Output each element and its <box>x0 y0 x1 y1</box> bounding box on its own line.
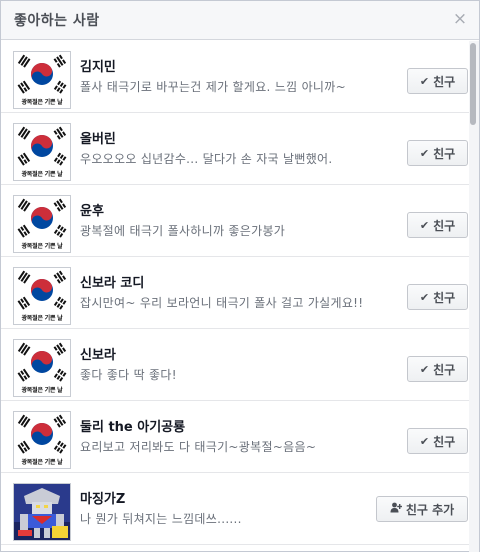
dialog-title: 좋아하는 사람 <box>14 13 100 29</box>
person-comment: 광복절에 태극기 폴사하니까 좋은가봉가 <box>80 224 286 238</box>
flag-caption: 광복절은 기쁜 날 <box>21 387 63 394</box>
person-comment: 잡시만여~ 우리 보라언니 태극기 폴사 걸고 가실게요!! <box>80 296 364 310</box>
person-comment: 좋다 좋다 딱 좋다! <box>80 368 177 382</box>
person-name[interactable]: 김지민 <box>80 56 116 75</box>
person-name[interactable]: 올버린 <box>80 128 116 147</box>
close-icon[interactable]: × <box>451 9 469 29</box>
check-icon: ✔ <box>419 290 430 304</box>
person-name[interactable]: 윤후 <box>80 200 104 219</box>
person-name[interactable]: 둘리 the 아기공룡 <box>80 416 185 435</box>
button-label: 친구 <box>433 146 456 161</box>
check-icon: ✔ <box>419 74 430 88</box>
person-comment: 폴사 태극기로 바꾸는건 제가 할게요. 느낌 아니까~ <box>80 80 346 94</box>
flag-avatar[interactable]: 광복절은 기쁜 날 <box>13 267 71 325</box>
flag-avatar[interactable]: 광복절은 기쁜 날 <box>13 51 71 109</box>
add-friend-icon <box>390 502 403 516</box>
flag-caption: 광복절은 기쁜 날 <box>21 243 63 250</box>
friend-button[interactable]: ✔ 친구 <box>407 356 468 382</box>
check-icon: ✔ <box>419 146 430 160</box>
list-item: 광복절은 기쁜 날 신보라좋다 좋다 딱 좋다! ✔ 친구 <box>1 329 469 401</box>
button-label: 친구 <box>433 362 456 377</box>
flag-avatar[interactable]: 광복절은 기쁜 날 <box>13 411 71 469</box>
person-name[interactable]: 마징가Z <box>80 488 125 507</box>
person-comment: 우오오오오 십년감수... 달다가 손 자국 날뻔했어. <box>80 152 333 166</box>
friend-button[interactable]: ✔ 친구 <box>407 140 468 166</box>
check-icon: ✔ <box>419 434 430 448</box>
flag-avatar[interactable]: 광복절은 기쁜 날 <box>13 123 71 181</box>
flag-caption: 광복절은 기쁜 날 <box>21 459 63 466</box>
button-label: 친구 <box>433 74 456 89</box>
button-label: 친구 <box>433 290 456 305</box>
people-list: 광복절은 기쁜 날 김지민폴사 태극기로 바꾸는건 제가 할게요. 느낌 아니까~… <box>1 41 469 552</box>
button-label: 친구 <box>433 434 456 449</box>
list-item: 광복절은 기쁜 날 신보라 코디잡시만여~ 우리 보라언니 태극기 폴사 걸고 가… <box>1 257 469 329</box>
friend-button[interactable]: ✔ 친구 <box>407 428 468 454</box>
friend-button[interactable]: ✔ 친구 <box>407 212 468 238</box>
flag-caption: 광복절은 기쁜 날 <box>21 171 63 178</box>
button-label: 친구 <box>433 218 456 233</box>
list-item: 마징가Z 나 뭔가 뒤쳐지는 느낌데쓰...... 친구 추가 <box>1 473 469 545</box>
button-label: 친구 추가 <box>405 502 455 517</box>
friend-button[interactable]: ✔ 친구 <box>407 284 468 310</box>
person-name[interactable]: 신보라 <box>80 344 116 363</box>
list-item: 광복절은 기쁜 날 윤후광복절에 태극기 폴사하니까 좋은가봉가 ✔ 친구 <box>1 185 469 257</box>
person-comment: 요리보고 저리봐도 다 태극기~광복절~음음~ <box>80 440 317 454</box>
list-item: 광복절은 기쁜 날 올버린우오오오오 십년감수... 달다가 손 자국 날뻔했어.… <box>1 113 469 185</box>
flag-caption: 광복절은 기쁜 날 <box>21 315 63 322</box>
likes-dialog: 좋아하는 사람 × 광복절은 기쁜 날 김지민폴사 태극기로 바꾸는건 제가 할게… <box>0 0 480 552</box>
list-item: 광복절은 기쁜 날 김지민폴사 태극기로 바꾸는건 제가 할게요. 느낌 아니까~… <box>1 41 469 113</box>
flag-avatar[interactable]: 광복절은 기쁜 날 <box>13 195 71 253</box>
person-name[interactable]: 신보라 코디 <box>80 272 144 291</box>
check-icon: ✔ <box>419 218 430 232</box>
check-icon: ✔ <box>419 362 430 376</box>
person-comment: 나 뭔가 뒤쳐지는 느낌데쓰...... <box>80 512 242 526</box>
list-item: 광복절은 기쁜 날 둘리 the 아기공룡요리보고 저리봐도 다 태극기~광복절~… <box>1 401 469 473</box>
scrollbar[interactable] <box>469 41 479 552</box>
robot-avatar[interactable] <box>13 483 71 541</box>
flag-avatar[interactable]: 광복절은 기쁜 날 <box>13 339 71 397</box>
friend-button[interactable]: ✔ 친구 <box>407 68 468 94</box>
scrollbar-thumb[interactable] <box>470 43 476 125</box>
flag-caption: 광복절은 기쁜 날 <box>21 99 63 106</box>
dialog-header: 좋아하는 사람 × <box>1 1 479 40</box>
add-friend-button[interactable]: 친구 추가 <box>376 496 468 522</box>
